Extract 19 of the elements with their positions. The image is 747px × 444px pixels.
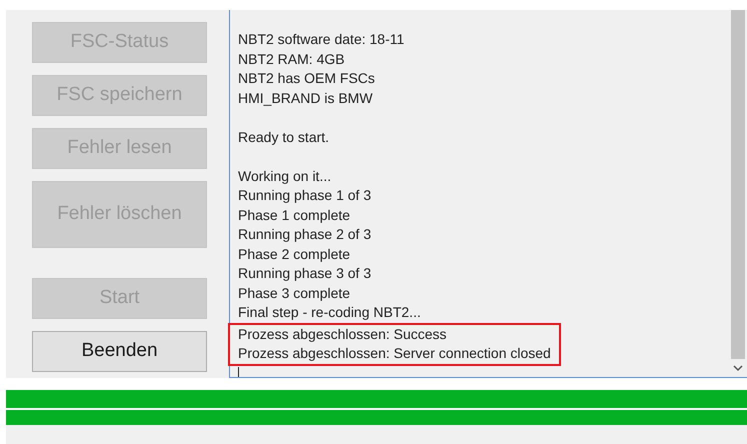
log-line: Phase 3 complete [238, 284, 352, 303]
log-line: Ready to start. [238, 128, 330, 147]
log-line: Phase 1 complete [238, 206, 352, 225]
text-cursor [238, 366, 239, 377]
log-line: HMI_BRAND is BMW [238, 88, 374, 108]
log-line: Running phase 2 of 3 [238, 225, 372, 244]
scrollbar-thumb[interactable] [731, 10, 745, 359]
log-line: Final step - re-coding NBT2... [238, 303, 422, 322]
log-text-area[interactable] [229, 10, 747, 378]
log-line: NBT2 software date: 18-11 [238, 30, 406, 49]
log-line: Running phase 1 of 3 [238, 186, 372, 205]
log-line: Phase 2 complete [238, 244, 352, 264]
log-line: Prozess abgeschlossen: Success [238, 324, 448, 344]
log-line: NBT2 RAM: 4GB [238, 50, 346, 68]
log-line: Prozess abgeschlossen: Server connection closed [238, 344, 551, 363]
action-button[interactable]: Beenden [32, 331, 207, 372]
log-line: Running phase 3 of 3 [238, 264, 372, 283]
log-line: Working on it... [238, 166, 332, 186]
log-line: NBT2 has OEM FSCs [238, 69, 376, 88]
